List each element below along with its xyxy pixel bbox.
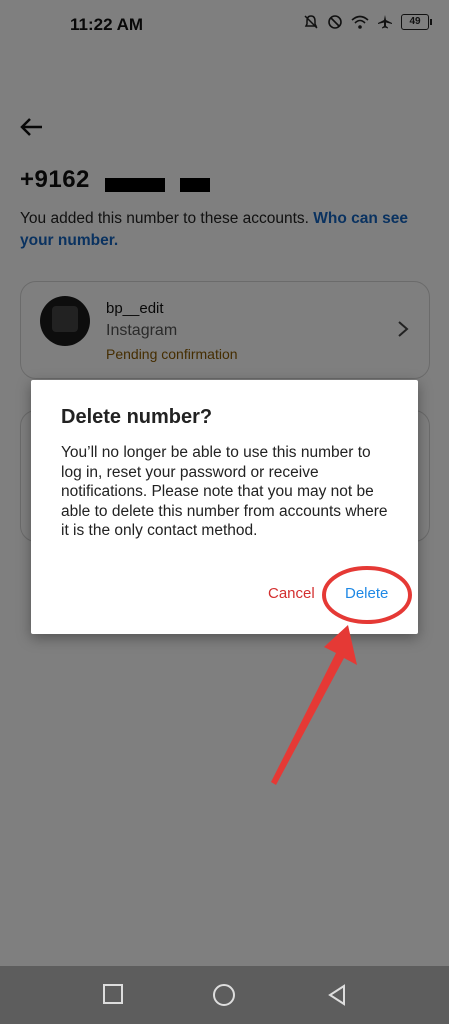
- home-circle-icon[interactable]: [212, 983, 236, 1012]
- navigation-bar: [0, 966, 449, 1024]
- dialog-body: You’ll no longer be able to use this num…: [61, 444, 388, 539]
- highlight-ellipse: [322, 566, 412, 624]
- red-arrow-annotation: [271, 625, 357, 785]
- recents-square-icon[interactable]: [102, 983, 124, 1010]
- dialog-title: Delete number?: [61, 406, 213, 428]
- back-triangle-icon[interactable]: [326, 983, 348, 1012]
- cancel-button[interactable]: Cancel: [268, 585, 315, 602]
